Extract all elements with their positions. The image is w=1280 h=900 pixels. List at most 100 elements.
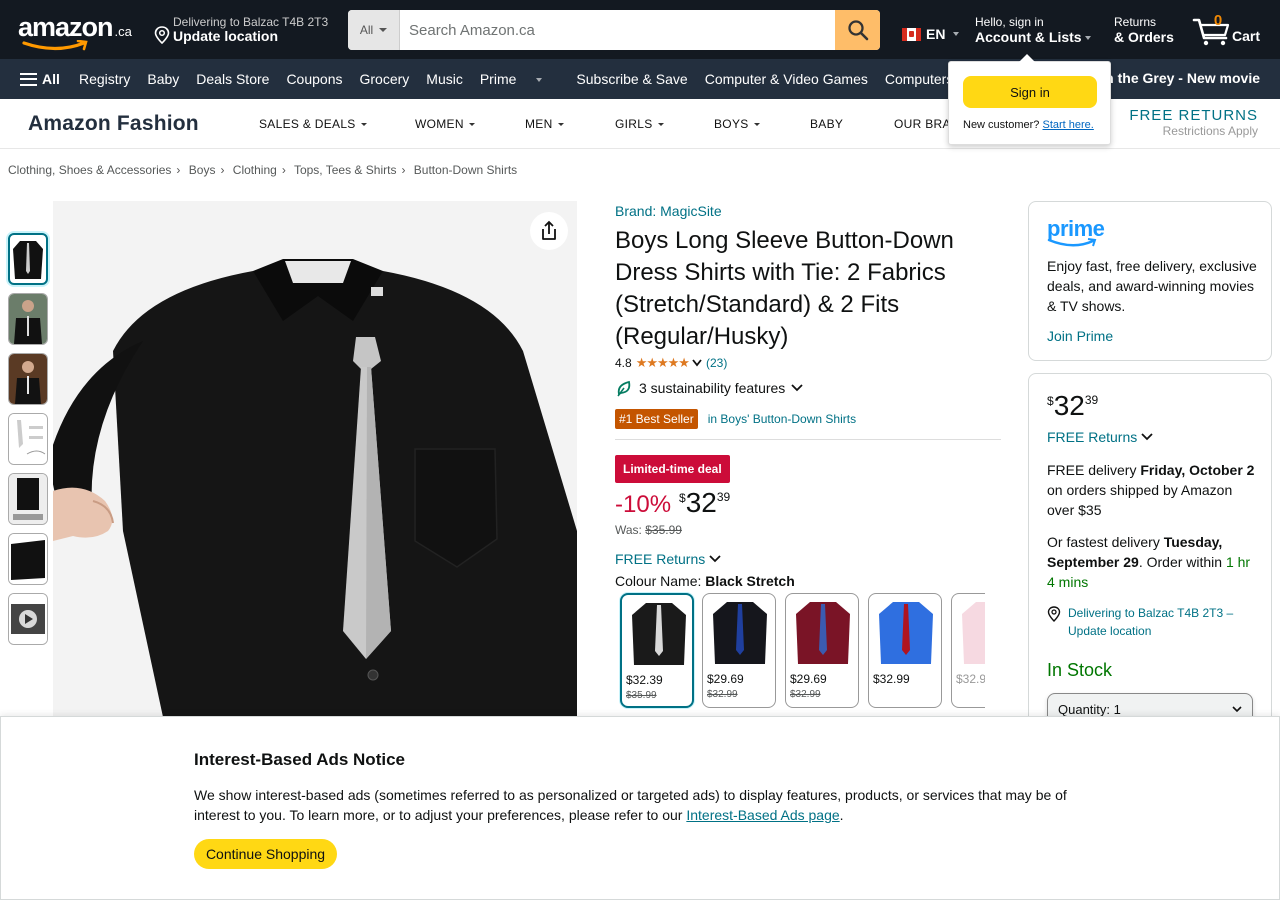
sign-in-button[interactable]: Sign in (963, 76, 1097, 108)
best-seller-badge[interactable]: #1 Best Seller (615, 409, 698, 429)
thumbnail-2[interactable] (8, 293, 48, 345)
location-pin-icon (1047, 606, 1061, 622)
colour-swatch[interactable]: $29.69 $32.99 (785, 593, 859, 708)
nav-item-baby[interactable]: Baby (147, 71, 179, 87)
interest-based-ads-link[interactable]: Interest-Based Ads page (686, 807, 839, 823)
breadcrumb-item[interactable]: Clothing (233, 163, 277, 177)
nav-items: Registry Baby Deals Store Coupons Grocer… (79, 71, 970, 87)
chevron-right-icon: › (220, 163, 225, 177)
fabric-detail-image (9, 474, 47, 524)
price-fraction: 39 (716, 490, 731, 504)
chevron-down-icon[interactable] (692, 359, 702, 367)
fashion-cat-men[interactable]: MEN (525, 117, 564, 131)
logo-text: amazon .ca (18, 12, 132, 42)
breadcrumb: Clothing, Shoes & Accessories › Boys › Clo… (8, 163, 517, 177)
fashion-cat-sales[interactable]: SALES & DEALS (259, 117, 367, 131)
amazon-logo[interactable]: amazon .ca (18, 12, 138, 52)
nav-item-prime[interactable]: Prime (480, 71, 560, 87)
free-returns-label: FREE RETURNS (1129, 107, 1258, 124)
nav-item-computer-video-games[interactable]: Computer & Video Games (705, 71, 868, 87)
start-here-link[interactable]: Start here. (1042, 119, 1093, 131)
chevron-right-icon: › (401, 163, 406, 177)
nav-promo[interactable]: n the Grey - New movie (1105, 70, 1260, 86)
thumbnail-5[interactable] (8, 473, 48, 525)
colour-swatch[interactable]: $29.69 $32.99 (702, 593, 776, 708)
new-customer-text: New customer? Start here. (963, 119, 1094, 131)
caret-down-icon (557, 123, 564, 127)
colour-swatch[interactable]: $32.9 (951, 593, 985, 708)
cart-button[interactable]: 0 Cart (1192, 12, 1268, 48)
account-lists[interactable]: Hello, sign in Account & Lists (975, 15, 1091, 45)
thumbnail-video[interactable] (8, 593, 48, 645)
divider (615, 439, 1001, 440)
delivery-date: Friday, October 2 (1140, 462, 1255, 478)
thumbnail-1[interactable] (8, 233, 48, 285)
rating-row: 4.8 ★★★★★ (23) (615, 355, 727, 371)
share-button[interactable] (530, 212, 568, 250)
fashion-cat-our-brands[interactable]: OUR BRA (894, 117, 951, 131)
nav-item-grocery[interactable]: Grocery (359, 71, 409, 87)
thumbnail-4[interactable] (8, 413, 48, 465)
brand-link[interactable]: Brand: MagicSite (615, 203, 722, 219)
fashion-brand[interactable]: Amazon Fashion (28, 112, 199, 136)
swatch-was-price: $35.99 (626, 690, 657, 701)
returns-orders[interactable]: Returns & Orders (1114, 15, 1174, 45)
top-nav: amazon .ca Delivering to Balzac T4B 2T3 U… (0, 0, 1280, 59)
join-prime-link[interactable]: Join Prime (1047, 328, 1113, 344)
was-price: Was: $35.99 (615, 523, 682, 537)
fashion-cat-boys[interactable]: BOYS (714, 117, 760, 131)
rating-value: 4.8 (615, 356, 632, 370)
nav-item-registry[interactable]: Registry (79, 71, 130, 87)
thumbnail-6[interactable] (8, 533, 48, 585)
colour-swatch[interactable]: $32.99 (868, 593, 942, 708)
fashion-cat-women[interactable]: WOMEN (415, 117, 475, 131)
discount-percent: -10% (615, 491, 672, 518)
caret-down-icon (536, 78, 543, 83)
fashion-free-returns[interactable]: FREE RETURNS Restrictions Apply (1129, 107, 1258, 138)
main-product-image[interactable] (53, 201, 577, 717)
breadcrumb-item[interactable]: Boys (189, 163, 216, 177)
sustainability-label: 3 sustainability features (639, 380, 786, 396)
returns-line2: & Orders (1114, 29, 1174, 45)
continue-shopping-button[interactable]: Continue Shopping (194, 839, 337, 869)
colour-swatch[interactable]: $32.39 $35.99 (620, 593, 694, 708)
free-returns-link[interactable]: FREE Returns (615, 551, 721, 567)
nav-item-music[interactable]: Music (426, 71, 463, 87)
rating-stars[interactable]: ★★★★★ (636, 355, 690, 371)
swatch-price: $32.99 (873, 672, 910, 686)
size-chart-image (9, 414, 47, 464)
language-selector[interactable]: EN (902, 26, 960, 42)
delivery-location-link[interactable]: Delivering to Balzac T4B 2T3 – Update lo… (1047, 604, 1259, 640)
pink-shirt-swatch-image (962, 602, 985, 664)
fastest-delivery-info: Or fastest delivery Tuesday, September 2… (1047, 534, 1251, 590)
fashion-cat-baby[interactable]: BABY (810, 117, 843, 131)
search-button[interactable] (835, 10, 880, 50)
breadcrumb-item[interactable]: Clothing, Shoes & Accessories (8, 163, 171, 177)
best-seller-row: #1 Best Seller in Boys' Button-Down Shir… (615, 409, 856, 429)
best-seller-category-link[interactable]: in Boys' Button-Down Shirts (708, 412, 856, 426)
swatch-was-price: $32.99 (790, 689, 821, 700)
caret-down-icon (360, 123, 367, 127)
nav-item-deals-store[interactable]: Deals Store (196, 71, 269, 87)
chevron-down-icon (791, 384, 803, 392)
canada-flag-icon (902, 27, 921, 41)
nav-item-computers[interactable]: Computers (885, 71, 953, 87)
fashion-cat-girls[interactable]: GIRLS (615, 117, 664, 131)
rating-count-link[interactable]: (23) (706, 356, 727, 370)
location-text: Delivering to Balzac T4B 2T3 – Update lo… (1068, 606, 1234, 638)
video-thumbnail-image (9, 594, 47, 644)
nav-item-subscribe-save[interactable]: Subscribe & Save (576, 71, 687, 87)
sustainability-features[interactable]: 3 sustainability features (615, 379, 803, 397)
breadcrumb-item[interactable]: Button-Down Shirts (414, 163, 517, 177)
cart-count: 0 (1213, 12, 1223, 29)
breadcrumb-item[interactable]: Tops, Tees & Shirts (294, 163, 397, 177)
swatch-was-price: $32.99 (707, 689, 738, 700)
nav-item-coupons[interactable]: Coupons (286, 71, 342, 87)
buybox-free-returns[interactable]: FREE Returns (1047, 429, 1153, 445)
buy-box: $ 32 39 FREE Returns FREE delivery Frida… (1028, 373, 1272, 733)
search-dept-select[interactable]: All (348, 10, 400, 50)
thumbnail-3[interactable] (8, 353, 48, 405)
search-input[interactable] (400, 10, 835, 50)
chevron-down-icon (709, 555, 721, 563)
all-menu-button[interactable]: All (20, 71, 60, 87)
